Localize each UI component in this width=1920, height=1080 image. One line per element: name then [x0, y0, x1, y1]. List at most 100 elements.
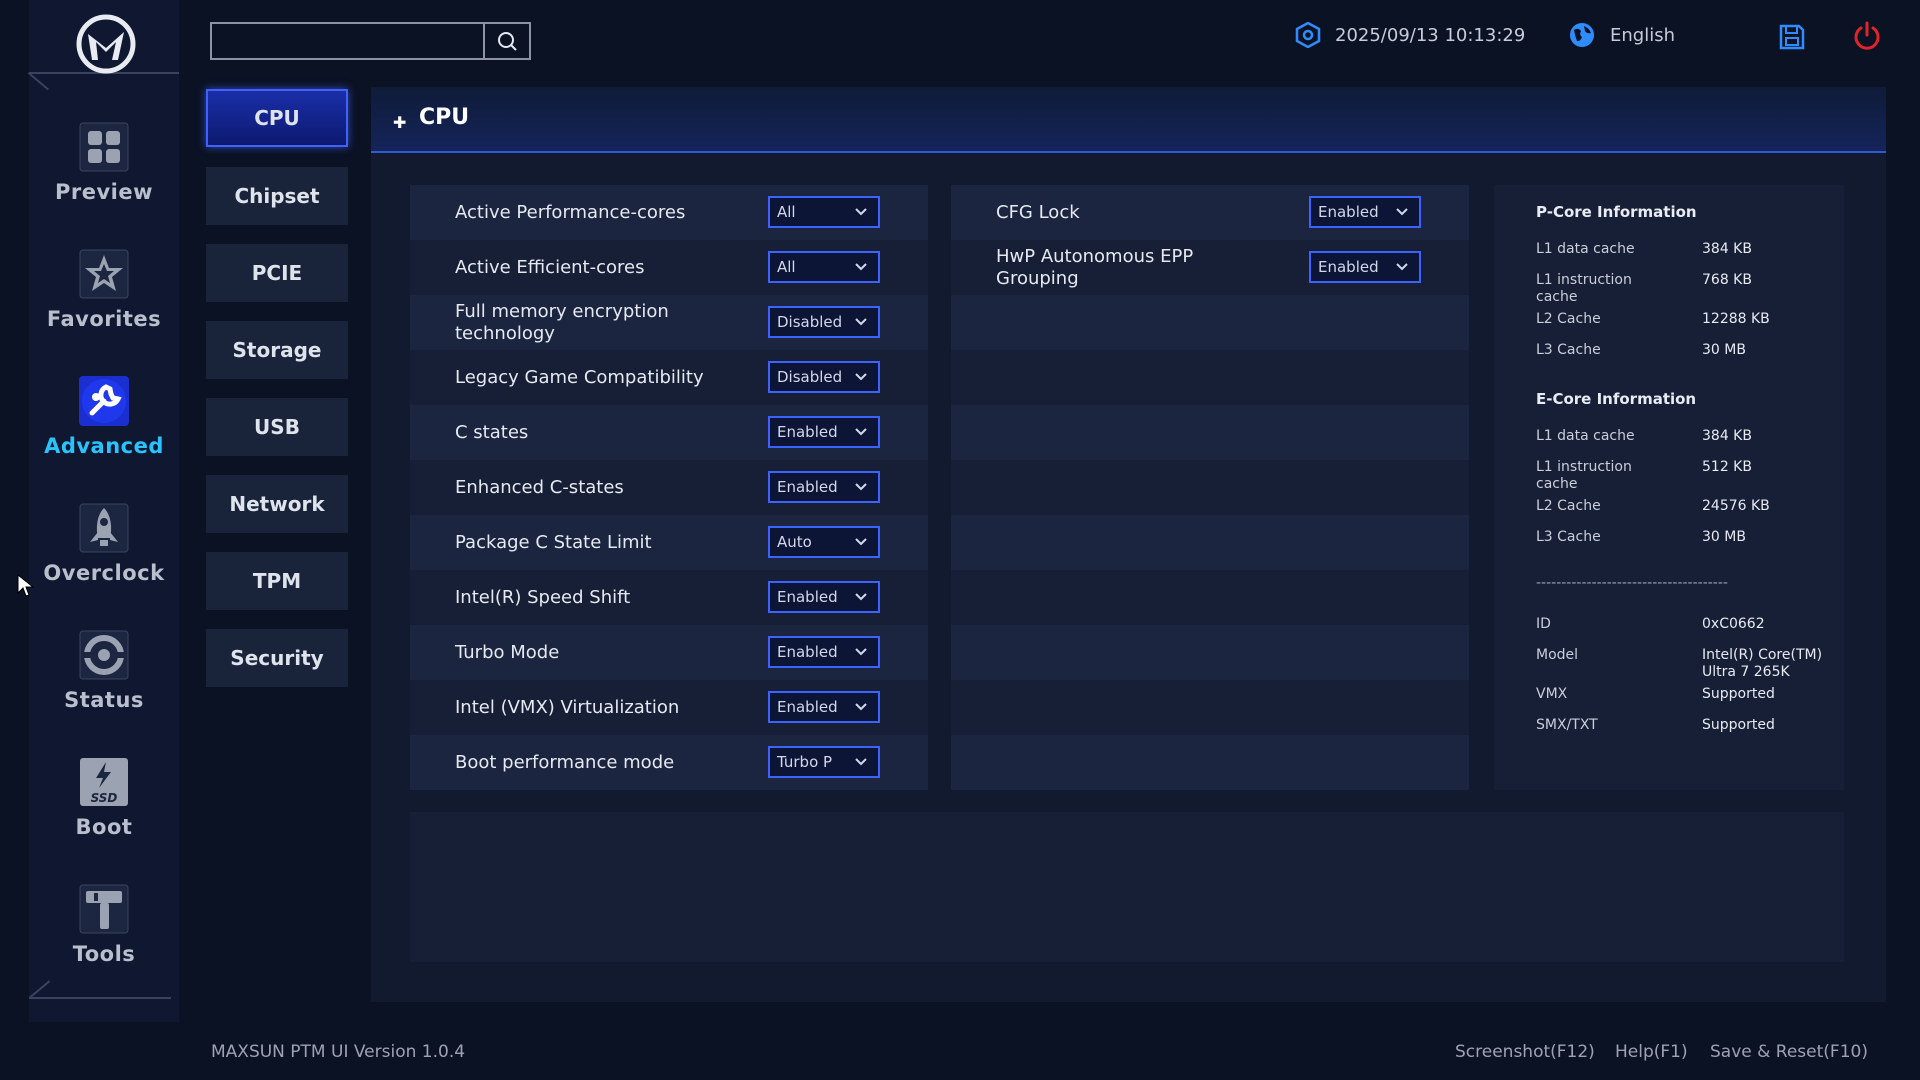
info-key: VMX	[1536, 686, 1568, 702]
nav-item-advanced[interactable]: Advanced	[29, 372, 179, 492]
search-input[interactable]	[212, 24, 483, 58]
setting-row: CFG Lock Enabled	[951, 185, 1469, 240]
setting-dropdown[interactable]: Disabled	[768, 306, 880, 338]
svg-text:SSD: SSD	[91, 791, 118, 805]
power-button[interactable]	[1852, 21, 1882, 51]
submenu-usb[interactable]: USB	[206, 398, 348, 456]
setting-row: Active Performance-cores All	[410, 185, 928, 240]
empty-row	[951, 625, 1469, 680]
submenu-security[interactable]: Security	[206, 629, 348, 687]
nav-label: Status	[64, 688, 144, 712]
empty-row	[951, 680, 1469, 735]
chevron-down-icon	[855, 208, 867, 216]
info-key: L2 Cache	[1536, 498, 1601, 514]
submenu-tpm[interactable]: TPM	[206, 552, 348, 610]
setting-dropdown[interactable]: Enabled	[768, 471, 880, 503]
setting-dropdown[interactable]: Enabled	[768, 416, 880, 448]
setting-dropdown[interactable]: All	[768, 196, 880, 228]
dropdown-value: Enabled	[777, 478, 838, 496]
info-value: Supported	[1702, 686, 1775, 702]
setting-row: Intel (VMX) Virtualization Enabled	[410, 680, 928, 735]
submenu-chipset[interactable]: Chipset	[206, 167, 348, 225]
pcore-title: P-Core Information	[1536, 203, 1697, 221]
chevron-down-icon	[855, 538, 867, 546]
screenshot-button[interactable]: Screenshot(F12)	[1455, 1042, 1595, 1062]
info-value: 24576 KB	[1702, 498, 1770, 514]
search-box	[210, 22, 531, 60]
nav-item-status[interactable]: Status	[29, 626, 179, 746]
info-value: 512 KB	[1702, 459, 1752, 475]
info-key: L1 data cache	[1536, 241, 1635, 257]
settings-column-left: Active Performance-cores All Active Effici…	[410, 185, 928, 790]
chevron-down-icon	[855, 703, 867, 711]
chevron-down-icon	[855, 263, 867, 271]
setting-dropdown[interactable]: Enabled	[768, 581, 880, 613]
setting-label: Enhanced C-states	[455, 476, 624, 498]
setting-dropdown[interactable]: All	[768, 251, 880, 283]
submenu-network[interactable]: Network	[206, 475, 348, 533]
version-text: MAXSUN PTM UI Version 1.0.4	[211, 1042, 466, 1062]
setting-label: Intel(R) Speed Shift	[455, 586, 631, 608]
chevron-down-icon	[855, 648, 867, 656]
submenu-pcie[interactable]: PCIE	[206, 244, 348, 302]
info-key: L2 Cache	[1536, 311, 1601, 327]
chevron-down-icon	[855, 318, 867, 326]
dropdown-value: Enabled	[777, 698, 838, 716]
info-key: SMX/TXT	[1536, 717, 1598, 733]
plus-icon: ✚	[393, 113, 407, 132]
help-description-area	[410, 812, 1844, 962]
setting-row: Legacy Game Compatibility Disabled	[410, 350, 928, 405]
help-button[interactable]: Help(F1)	[1615, 1042, 1688, 1062]
nav-label: Preview	[54, 180, 154, 204]
chevron-down-icon	[855, 373, 867, 381]
nav-item-boot[interactable]: SSD Boot	[29, 753, 179, 873]
setting-dropdown[interactable]: Turbo P	[768, 746, 880, 778]
language-selector[interactable]: English	[1568, 20, 1675, 50]
language-text: English	[1610, 24, 1675, 46]
dropdown-value: Auto	[777, 533, 812, 551]
info-separator: --------------------------------------	[1536, 575, 1728, 591]
dropdown-value: Enabled	[1318, 203, 1379, 221]
nav-item-tools[interactable]: Tools	[29, 880, 179, 1000]
dropdown-value: Enabled	[777, 423, 838, 441]
setting-dropdown[interactable]: Enabled	[1309, 251, 1421, 283]
nav-label: Favorites	[46, 307, 162, 331]
nav-label: Boot	[75, 815, 133, 839]
info-value: 12288 KB	[1702, 311, 1770, 327]
rail-divider-top	[29, 72, 179, 92]
dropdown-value: Disabled	[777, 313, 843, 331]
setting-dropdown[interactable]: Disabled	[768, 361, 880, 393]
dropdown-value: Disabled	[777, 368, 843, 386]
empty-row	[951, 295, 1469, 350]
dropdown-value: Enabled	[777, 588, 838, 606]
grid-icon	[75, 118, 133, 176]
save-reset-button[interactable]: Save & Reset(F10)	[1710, 1042, 1868, 1062]
datetime-text: 2025/09/13 10:13:29	[1335, 24, 1526, 46]
cpu-info-panel: P-Core Information L1 data cache 384 KB …	[1494, 185, 1844, 790]
nav-item-favorites[interactable]: Favorites	[29, 245, 179, 365]
empty-row	[951, 735, 1469, 790]
setting-row: Intel(R) Speed Shift Enabled	[410, 570, 928, 625]
chevron-down-icon	[855, 483, 867, 491]
setting-label: Turbo Mode	[455, 641, 560, 663]
nav-item-overclock[interactable]: Overclock	[29, 499, 179, 619]
submenu-cpu[interactable]: CPU	[206, 89, 348, 147]
nav-item-preview[interactable]: Preview	[29, 118, 179, 238]
nav-label: Overclock	[43, 561, 165, 585]
setting-dropdown[interactable]: Enabled	[1309, 196, 1421, 228]
setting-dropdown[interactable]: Enabled	[768, 691, 880, 723]
nav-label: Advanced	[44, 434, 164, 458]
rocket-icon	[75, 499, 133, 557]
ssd-icon: SSD	[75, 753, 133, 811]
mouse-cursor-icon	[17, 573, 35, 602]
setting-row: Boot performance mode Turbo P	[410, 735, 928, 790]
info-key: L1 instruction cache	[1536, 272, 1632, 305]
search-button[interactable]	[483, 24, 529, 58]
setting-dropdown[interactable]: Enabled	[768, 636, 880, 668]
submenu-storage[interactable]: Storage	[206, 321, 348, 379]
save-button[interactable]	[1778, 22, 1806, 52]
setting-dropdown[interactable]: Auto	[768, 526, 880, 558]
info-value: 30 MB	[1702, 342, 1746, 358]
setting-label: Boot performance mode	[455, 751, 675, 773]
setting-label: Package C State Limit	[455, 531, 652, 553]
